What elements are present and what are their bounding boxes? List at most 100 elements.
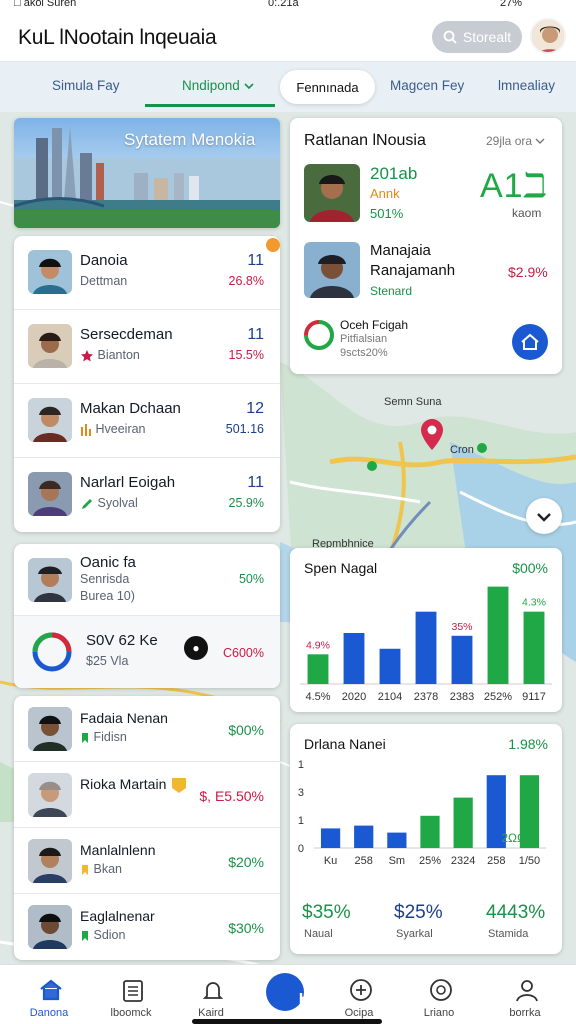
nav-label: Lriano xyxy=(423,1007,455,1019)
bar[interactable] xyxy=(451,635,473,684)
app-title: KuL lNootain lnqeuaia xyxy=(18,26,217,49)
people-list-card: Danoia Dettman 11 26.8% Sersecdeman Bianton… xyxy=(14,236,280,532)
tick-label: 2383 xyxy=(450,691,474,703)
item-count: 12 xyxy=(246,400,264,417)
tab-simula-fay[interactable]: Simula Fay xyxy=(52,78,120,93)
bar[interactable] xyxy=(487,586,509,684)
data-label: 35% xyxy=(451,621,472,633)
list-item[interactable]: Narlarl Eoigah Syolval 11 25.9% xyxy=(14,458,280,532)
y-tick-label: 3 xyxy=(298,787,304,799)
item-name: Eaglalnenar xyxy=(80,908,155,924)
bar[interactable] xyxy=(307,654,329,684)
nav-label: Ocipa xyxy=(344,1007,374,1019)
nav-item-0[interactable]: Danona xyxy=(14,971,84,1021)
tab-nndipond[interactable]: Nndipond xyxy=(182,78,254,93)
item-percent: 26.8% xyxy=(228,274,264,288)
person-photo xyxy=(28,250,72,294)
item-name: Rioka Martain xyxy=(80,776,167,792)
list-item[interactable]: Rioka Martain $, E5.50% xyxy=(14,762,280,828)
nav-item-6[interactable]: borrka xyxy=(490,971,560,1021)
bar[interactable] xyxy=(420,815,440,848)
tab-active-indicator xyxy=(145,104,275,107)
nav-item-5[interactable]: Lriano xyxy=(404,971,474,1021)
list-item[interactable]: Eaglalnenar Sdion $30% xyxy=(14,894,280,960)
bar-chart-1: 4.5% 2020 2104 2378 2383 252% 9117 4.9% 35% 4.3% xyxy=(300,586,552,703)
tab-bar: Simula Fay Nndipond Fennınada Magcen Fey… xyxy=(0,62,576,112)
nav-item-3[interactable] xyxy=(250,971,320,1021)
person-photo xyxy=(304,242,360,298)
item-percent: 25.9% xyxy=(228,496,264,510)
y-tick-label: 1 xyxy=(298,759,304,771)
bar[interactable] xyxy=(453,797,473,848)
chevron-down-icon xyxy=(243,83,254,90)
map-label-place: Cron xyxy=(450,444,474,456)
people-list-card-2: Fadaia Nenan Fidisn $00% Rioka Martain $, E… xyxy=(14,696,280,960)
summary-card: Oanic fa Senrisda Burea 10) 50% S0V 62 K… xyxy=(14,544,280,688)
pencil-icon xyxy=(82,498,92,509)
bell-icon xyxy=(202,982,224,999)
list-item[interactable]: S0V 62 Ke $25 Vla ● C600% xyxy=(14,616,280,688)
avatar[interactable] xyxy=(530,18,566,54)
hero-city-card[interactable]: Sytatem Menokia xyxy=(14,118,280,228)
search-button-label: Storealt xyxy=(462,29,512,45)
nav-item-4[interactable]: Ocipa xyxy=(324,971,394,1021)
item-sub: Bkan xyxy=(80,862,122,876)
stat-item: 4443% Stamida xyxy=(486,902,562,940)
bar[interactable] xyxy=(415,611,437,684)
hero-title: Sytatem Menokia xyxy=(124,130,256,149)
search-icon xyxy=(443,30,457,44)
tab-fennınada[interactable]: Fennınada xyxy=(280,70,375,104)
tag-icon xyxy=(82,732,88,743)
stat-item: $35% Naual xyxy=(302,902,394,940)
item-name: Manlalnlenn xyxy=(80,842,156,858)
status-left: □ akol Suren xyxy=(14,0,77,9)
person-photo xyxy=(28,324,72,368)
bar[interactable] xyxy=(343,633,365,684)
tick-label: 258 xyxy=(355,855,373,867)
list-item[interactable]: Makan Dchaan Hveeiran 12 501.16 xyxy=(14,384,280,458)
list-item[interactable]: Danoia Dettman 11 26.8% xyxy=(14,236,280,310)
tag-icon xyxy=(82,930,88,941)
item-sub: Dettman xyxy=(80,274,127,288)
status-bar: □ akol Suren 0:.21a 27% xyxy=(0,0,576,12)
item-sub-label: Dettman xyxy=(80,274,128,288)
list-item[interactable]: Oanic fa Senrisda Burea 10) 50% xyxy=(14,544,280,616)
list-item[interactable]: Sersecdeman Bianton 11 15.5% xyxy=(14,310,280,384)
nav-item-2[interactable]: Kaird xyxy=(176,971,246,1021)
person-photo xyxy=(28,558,72,602)
p1-line2: Annk xyxy=(370,186,400,201)
item-sub-label: Hveeiran xyxy=(95,422,146,436)
search-button[interactable]: Storealt xyxy=(432,21,522,53)
home-action-button[interactable] xyxy=(512,324,548,360)
bar[interactable] xyxy=(379,648,401,684)
item-name: S0V 62 Ke xyxy=(86,632,158,649)
tick-label: 1/50 xyxy=(519,855,540,867)
p1-line3: 501% xyxy=(370,206,404,221)
bar[interactable] xyxy=(320,828,341,848)
item-sub-label: Syolval xyxy=(97,496,138,510)
p2-percent: $2.9% xyxy=(508,264,548,280)
period-dropdown[interactable]: 29jla ora xyxy=(486,134,545,148)
item-sub-label: Bkan xyxy=(93,862,122,876)
tab-magcen-fey[interactable]: Magcen Fey xyxy=(390,78,464,93)
tab-lmnealiay[interactable]: lmnealiay xyxy=(498,78,555,93)
list-item[interactable]: Manlalnlenn Bkan $20% xyxy=(14,828,280,894)
bar[interactable] xyxy=(354,825,374,848)
bar[interactable] xyxy=(387,832,407,848)
user-icon xyxy=(516,980,538,1002)
map-pin-icon[interactable] xyxy=(420,418,444,452)
y-tick-label: 0 xyxy=(298,843,304,855)
person-photo xyxy=(28,398,72,442)
tick-label: Sm xyxy=(389,855,406,867)
map-collapse-button[interactable] xyxy=(526,498,562,534)
p3-line2: Pitfialsian xyxy=(340,333,388,345)
nav-label: lboomck xyxy=(110,1007,152,1019)
item-percent: $00% xyxy=(228,722,264,738)
bar[interactable] xyxy=(523,611,545,684)
item-percent: $30% xyxy=(228,920,264,936)
p1-line1: 201ab xyxy=(370,164,418,183)
item-name: Danoia xyxy=(80,252,128,269)
item-name: Oanic fa xyxy=(80,554,136,571)
list-item[interactable]: Fadaia Nenan Fidisn $00% xyxy=(14,696,280,762)
nav-item-1[interactable]: lboomck xyxy=(96,971,166,1021)
